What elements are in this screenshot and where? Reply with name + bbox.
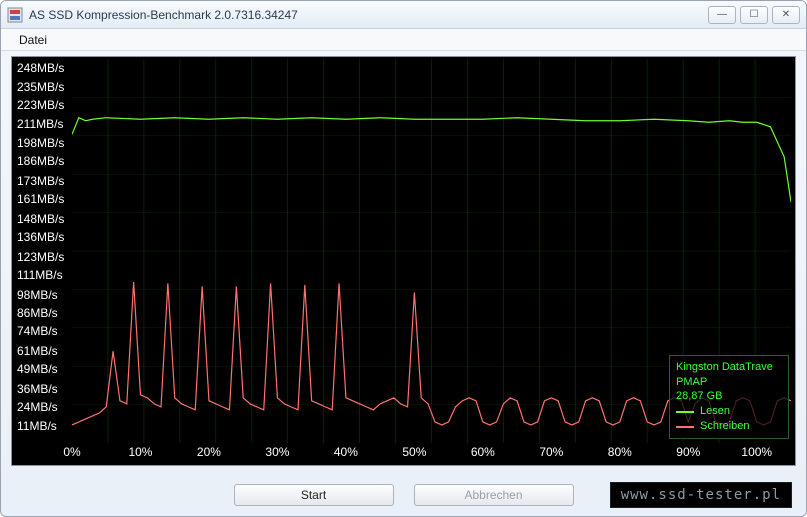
y-tick-label: 74MB/s (17, 324, 58, 338)
window-title: AS SSD Kompression-Benchmark 2.0.7316.34… (29, 8, 708, 22)
y-tick-label: 211MB/s (17, 117, 63, 131)
x-tick-label: 90% (676, 445, 700, 459)
device-name-1: Kingston DataTrave (676, 360, 782, 375)
chart-area: 11MB/s 24MB/s 36MB/s 49MB/s 61MB/s 74MB/s 86MB… (11, 56, 796, 466)
legend-read: Lesen (676, 404, 782, 419)
y-tick-label: 148MB/s (17, 212, 64, 226)
x-tick-label: 20% (197, 445, 221, 459)
menu-file[interactable]: Datei (11, 31, 55, 49)
x-tick-label: 80% (608, 445, 632, 459)
y-tick-label: 136MB/s (17, 230, 64, 244)
info-box: Kingston DataTrave PMAP 28,87 GB Lesen S… (669, 355, 789, 439)
y-tick-label: 24MB/s (17, 400, 58, 414)
y-tick-label: 248MB/s (17, 61, 64, 75)
app-window: AS SSD Kompression-Benchmark 2.0.7316.34… (0, 0, 807, 517)
window-controls: — ☐ ✕ (708, 6, 800, 24)
cancel-button: Abbrechen (414, 484, 574, 506)
y-tick-label: 173MB/s (17, 174, 64, 188)
y-tick-label: 98MB/s (17, 288, 58, 302)
titlebar[interactable]: AS SSD Kompression-Benchmark 2.0.7316.34… (1, 1, 806, 29)
x-tick-label: 60% (471, 445, 495, 459)
minimize-button[interactable]: — (708, 6, 736, 24)
legend-write: Schreiben (676, 419, 782, 434)
y-tick-label: 198MB/s (17, 136, 64, 150)
y-tick-label: 235MB/s (17, 80, 64, 94)
y-tick-label: 111MB/s (17, 268, 63, 282)
x-tick-label: 30% (265, 445, 289, 459)
x-tick-label: 0% (63, 445, 80, 459)
y-tick-label: 123MB/s (17, 250, 64, 264)
x-tick-label: 40% (334, 445, 358, 459)
x-tick-label: 50% (402, 445, 426, 459)
write-swatch-icon (676, 426, 694, 428)
x-tick-label: 10% (128, 445, 152, 459)
x-tick-label: 70% (539, 445, 563, 459)
y-tick-label: 61MB/s (17, 344, 58, 358)
device-capacity: 28,87 GB (676, 389, 782, 404)
y-tick-label: 11MB/s (17, 419, 57, 433)
maximize-button[interactable]: ☐ (740, 6, 768, 24)
legend-read-label: Lesen (700, 404, 730, 419)
y-tick-label: 86MB/s (17, 306, 58, 320)
x-axis: 0%10%20%30%40%50%60%70%80%90%100% (72, 443, 791, 465)
y-tick-label: 36MB/s (17, 382, 58, 396)
read-swatch-icon (676, 411, 694, 413)
y-tick-label: 186MB/s (17, 154, 64, 168)
y-tick-label: 223MB/s (17, 98, 64, 112)
y-tick-label: 49MB/s (17, 362, 58, 376)
x-tick-label: 100% (741, 445, 772, 459)
legend-write-label: Schreiben (700, 419, 750, 434)
menubar: Datei (1, 29, 806, 51)
start-button[interactable]: Start (234, 484, 394, 506)
y-axis: 11MB/s 24MB/s 36MB/s 49MB/s 61MB/s 74MB/s 86MB… (12, 57, 72, 443)
watermark: www.ssd-tester.pl (610, 482, 792, 508)
y-tick-label: 161MB/s (17, 192, 64, 206)
app-icon (7, 7, 23, 23)
device-name-2: PMAP (676, 375, 782, 390)
close-button[interactable]: ✕ (772, 6, 800, 24)
